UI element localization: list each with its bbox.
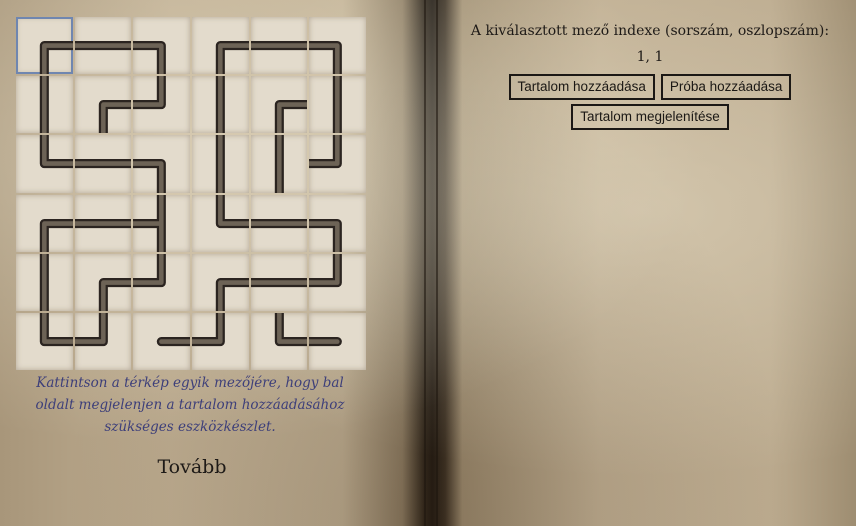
map-tile[interactable]	[16, 253, 73, 311]
spine-divider	[436, 0, 438, 526]
map-tile[interactable]	[133, 76, 190, 134]
map-tile[interactable]	[16, 312, 73, 370]
map-tile[interactable]	[309, 17, 366, 75]
maze-path-icon	[39, 76, 49, 134]
map-tile[interactable]	[192, 17, 249, 75]
map-tile[interactable]	[133, 253, 190, 311]
maze-path-icon	[215, 135, 225, 193]
maze-path-icon	[74, 312, 108, 346]
maze-path-icon	[215, 76, 225, 134]
maze-path-icon	[250, 41, 308, 51]
map-tile[interactable]	[74, 76, 132, 134]
map-tile[interactable]	[192, 312, 249, 370]
map-tile[interactable]	[309, 312, 366, 370]
maze-path-icon	[309, 41, 343, 75]
maze-path-icon	[39, 41, 73, 75]
map-tile[interactable]	[133, 135, 190, 193]
map-tile[interactable]	[16, 17, 73, 75]
action-buttons: Tartalom hozzáadása Próba hozzáadása	[452, 74, 848, 100]
map-tile[interactable]	[74, 135, 132, 193]
map-tile[interactable]	[133, 312, 190, 370]
add-test-button[interactable]: Próba hozzáadása	[660, 74, 792, 100]
map-tile[interactable]	[309, 76, 366, 134]
maze-path-icon	[250, 277, 308, 287]
map-tile[interactable]	[309, 253, 366, 311]
map-tile[interactable]	[250, 253, 308, 311]
maze-path-icon	[215, 277, 249, 311]
maze-path-icon	[274, 312, 308, 346]
selected-index-label: A kiválasztott mező indexe (sorszám, osz…	[470, 23, 830, 39]
map-tile[interactable]	[74, 253, 132, 311]
map-tile[interactable]	[16, 135, 73, 193]
maze-path-icon	[133, 76, 167, 110]
maze-path-icon	[133, 253, 167, 287]
selection-panel: A kiválasztott mező indexe (sorszám, osz…	[452, 20, 848, 130]
map-tile[interactable]	[192, 76, 249, 134]
maze-path-icon	[250, 218, 308, 228]
maze-path-icon	[133, 41, 167, 75]
maze-path-icon	[39, 312, 73, 346]
maze-path-icon	[215, 194, 249, 228]
maze-path-icon	[309, 253, 343, 287]
spine-divider	[424, 0, 426, 526]
maze-path-icon	[333, 76, 343, 134]
maze-path-icon	[98, 277, 132, 311]
map-tile[interactable]	[192, 253, 249, 311]
show-content-button[interactable]: Tartalom megjelenítése	[571, 104, 729, 130]
map-tile[interactable]	[192, 135, 249, 193]
maze-path-icon	[74, 159, 132, 169]
maze-path-icon	[192, 312, 225, 346]
map-hint-text: Kattintson a térkép egyik mezőjére, hogy…	[35, 375, 345, 435]
next-link[interactable]: Tovább	[130, 456, 254, 478]
map-tile[interactable]	[16, 194, 73, 252]
map-grid	[16, 17, 366, 370]
maze-path-icon	[39, 218, 73, 252]
map-tile[interactable]	[250, 17, 308, 75]
selected-index-value: 1, 1	[636, 49, 664, 65]
map-tile[interactable]	[133, 194, 190, 252]
map-tile[interactable]	[16, 76, 73, 134]
maze-path-icon	[157, 336, 190, 346]
maze-path-icon	[39, 253, 49, 311]
maze-path-icon	[74, 218, 132, 228]
map-tile[interactable]	[250, 194, 308, 252]
maze-path-icon	[309, 135, 343, 169]
map-tile[interactable]	[74, 194, 132, 252]
map-tile[interactable]	[309, 194, 366, 252]
maze-path-icon	[133, 194, 167, 252]
map-tile[interactable]	[133, 17, 190, 75]
map-tile[interactable]	[250, 135, 308, 193]
add-content-button[interactable]: Tartalom hozzáadása	[508, 74, 655, 100]
maze-path-icon	[274, 100, 308, 134]
map-tile[interactable]	[74, 17, 132, 75]
maze-path-icon	[274, 135, 284, 193]
action-buttons-row2: Tartalom megjelenítése	[452, 104, 848, 130]
maze-path-icon	[309, 218, 343, 252]
maze-path-icon	[215, 41, 249, 75]
maze-path-icon	[309, 336, 343, 346]
map-tile[interactable]	[250, 76, 308, 134]
map-tile[interactable]	[74, 312, 132, 370]
map-tile[interactable]	[192, 194, 249, 252]
maze-path-icon	[74, 41, 132, 51]
maze-path-icon	[39, 135, 73, 169]
map-tile[interactable]	[309, 135, 366, 193]
maze-path-icon	[133, 159, 167, 193]
maze-path-icon	[98, 100, 132, 134]
map-tile[interactable]	[250, 312, 308, 370]
